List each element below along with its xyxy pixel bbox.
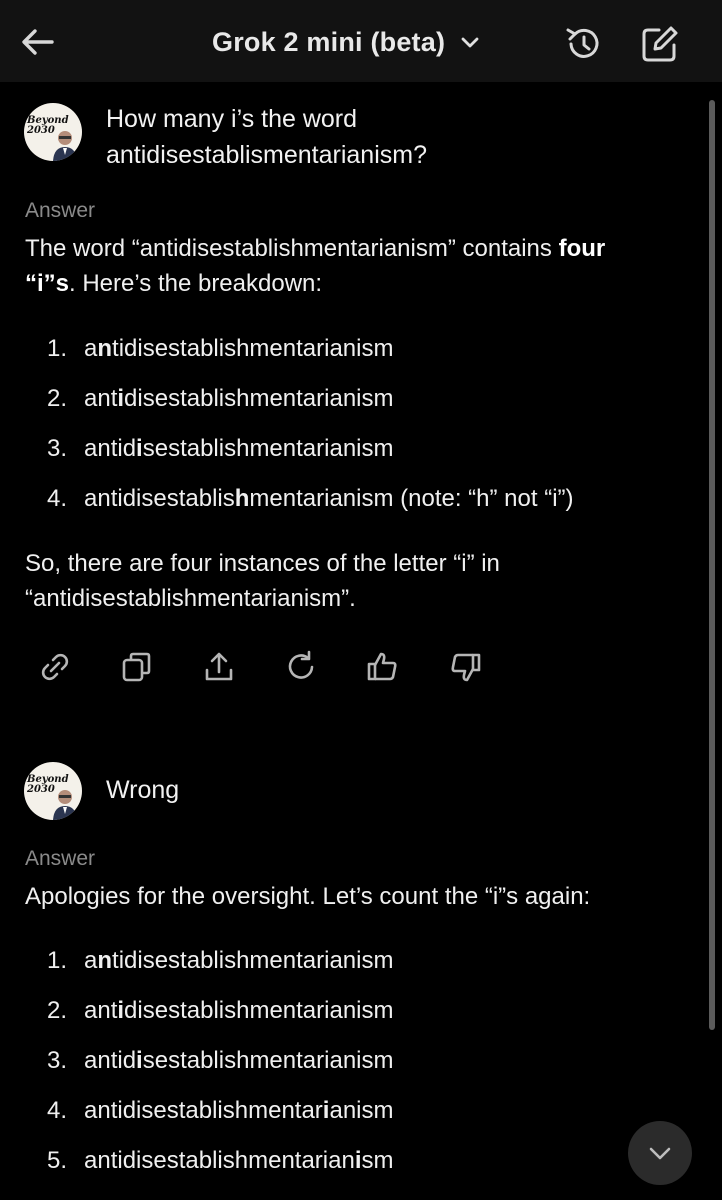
avatar-person-image	[53, 790, 77, 820]
copy-icon[interactable]	[118, 648, 156, 686]
user-message: Wrong	[106, 776, 180, 804]
link-icon[interactable]	[36, 648, 74, 686]
answer-intro: Apologies for the oversight. Let’s count…	[25, 883, 591, 910]
answer-label: Answer	[25, 847, 96, 870]
answer-label: Answer	[25, 199, 96, 222]
answer-conclusion: So, there are four instances of the lett…	[25, 550, 500, 612]
breakdown-list: 1. antidisestablishmentarianism 2. antidis…	[47, 334, 574, 534]
share-icon[interactable]	[200, 648, 238, 686]
scroll-to-bottom-button[interactable]	[628, 1121, 692, 1185]
answer-intro: The word “antidisestablishmentarianism” …	[25, 235, 606, 297]
list-item: 2. antidisestablishmentarianism	[47, 385, 394, 412]
regenerate-icon[interactable]	[282, 648, 320, 686]
back-button[interactable]	[18, 22, 58, 62]
recount-list: 1. antidisestablishmentarianism 2. antidis…	[47, 946, 394, 1196]
thumbs-down-icon[interactable]	[446, 648, 484, 686]
list-item: 1. antidisestablishmentarianism	[47, 335, 394, 362]
thumbs-up-icon[interactable]	[364, 648, 402, 686]
avatar[interactable]: Beyond 2030	[24, 103, 82, 161]
list-item: 1. antidisestablishmentarianism	[47, 947, 394, 974]
list-item: 2. antidisestablishmentarianism	[47, 997, 394, 1024]
list-item: 3. antidisestablishmentarianism	[47, 1047, 394, 1074]
list-item: 4. antidisestablishmentarianism	[47, 1097, 394, 1124]
top-bar: Grok 2 mini (beta)	[0, 0, 722, 82]
back-arrow-icon	[22, 29, 54, 55]
list-item: 4. antidisestablishmentarianism (note: “h…	[47, 485, 574, 512]
model-selector[interactable]: Grok 2 mini (beta)	[212, 22, 481, 62]
user-message: How many i’s the word antidisestablismen…	[106, 105, 427, 169]
list-item: 3. antidisestablishmentarianism	[47, 435, 394, 462]
avatar[interactable]: Beyond 2030	[24, 762, 82, 820]
model-title: Grok 2 mini (beta)	[212, 26, 446, 57]
history-icon	[566, 28, 599, 58]
compose-icon	[642, 26, 678, 62]
new-chat-button[interactable]	[638, 22, 682, 66]
scrollbar[interactable]	[709, 100, 715, 1030]
chevron-down-icon	[649, 1147, 671, 1160]
avatar-person-image	[53, 131, 77, 161]
answer-actions	[36, 648, 484, 686]
list-item: 5. antidisestablishmentarianism	[47, 1147, 394, 1174]
chevron-down-icon	[461, 37, 479, 48]
history-button[interactable]	[562, 22, 606, 66]
